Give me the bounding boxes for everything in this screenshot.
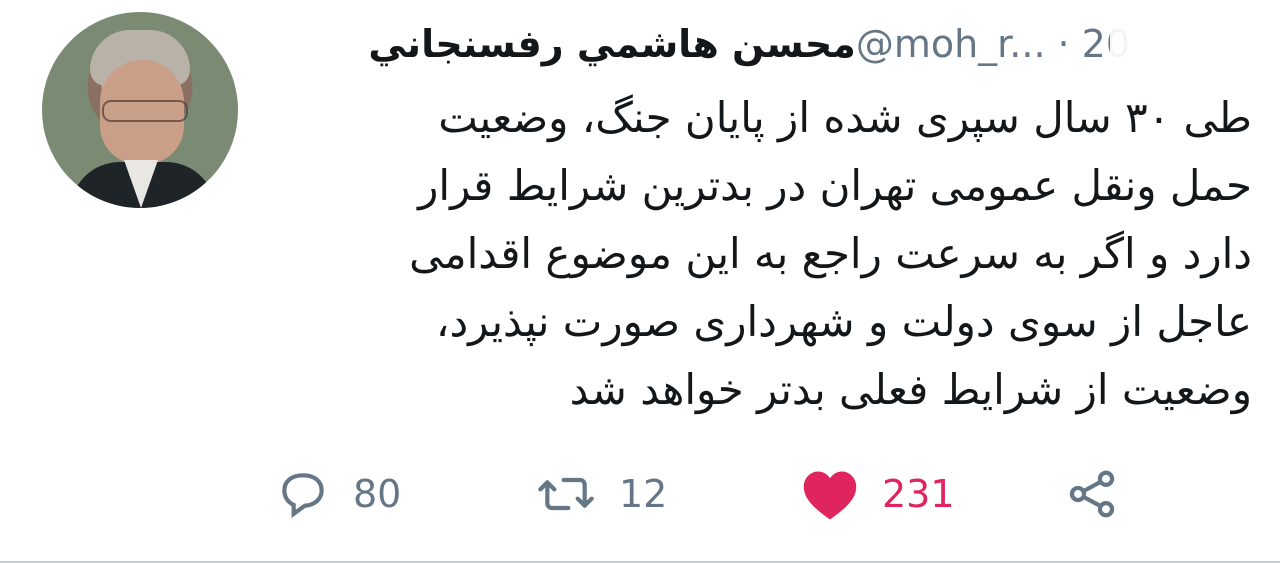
tweet-header: محسن هاشمي رفسنجاني @moh_r... · 20: [348, 18, 1130, 70]
like-count: 231: [882, 472, 955, 516]
reply-icon: [275, 466, 331, 522]
author-avatar[interactable]: [42, 12, 238, 208]
tweet-text-line: حمل ونقل عمومی تهران در بدترین شرایط قرا…: [418, 161, 1252, 210]
reply-button[interactable]: 80: [275, 462, 401, 526]
tweet-text-line: دارد و اگر به سرعت راجع به این موضوع اقد…: [409, 229, 1252, 278]
retweet-icon: [535, 466, 597, 522]
share-button[interactable]: [1064, 462, 1120, 526]
avatar-glasses: [102, 100, 188, 122]
retweet-button[interactable]: 12: [535, 462, 667, 526]
tweet-text-line: وضعیت از شرایط فعلی بدتر خواهد شد: [569, 365, 1252, 414]
author-handle[interactable]: @moh_r...: [856, 22, 1046, 66]
retweet-count: 12: [619, 472, 668, 516]
reply-count: 80: [353, 472, 402, 516]
heart-icon: [800, 466, 860, 522]
tweet-text-line: عاجل از سوی دولت و شهرداری صورت نپذیرد،: [435, 297, 1252, 346]
header-separator: ·: [1057, 22, 1070, 66]
tweet-text-line: طی ۳۰ سال سپری شده از پایان جنگ، وضعیت: [438, 93, 1252, 142]
share-icon: [1064, 466, 1120, 522]
watermark-logo: [1114, 6, 1272, 62]
author-name[interactable]: محسن هاشمي رفسنجاني: [368, 22, 855, 66]
like-button[interactable]: 231: [800, 462, 955, 526]
tweet-actions: 80 12 231: [0, 462, 1280, 526]
tweet-text: طی ۳۰ سال سپری شده از پایان جنگ، وضعیت ح…: [290, 84, 1252, 424]
